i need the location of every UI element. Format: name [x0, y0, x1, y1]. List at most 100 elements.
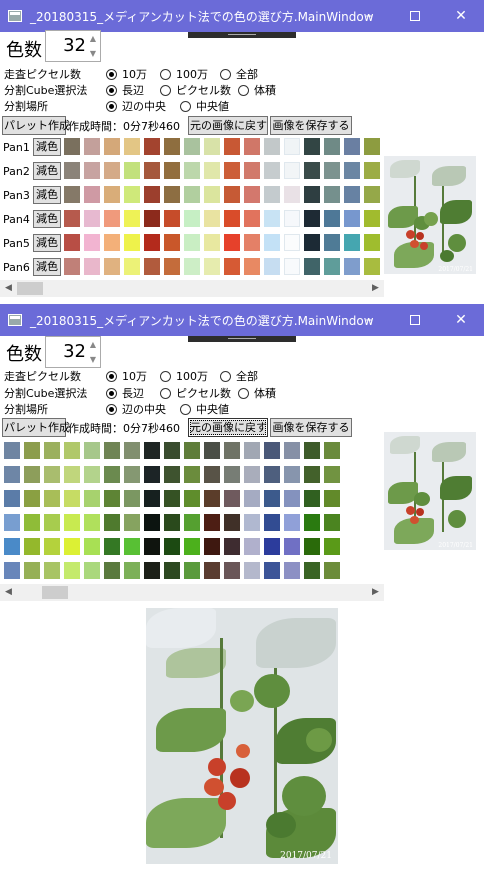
- make-palette-button[interactable]: パレット作成: [2, 418, 70, 437]
- horizontal-scrollbar[interactable]: ◀ ▶: [0, 280, 384, 297]
- color-swatch: [164, 258, 180, 275]
- color-swatch: [264, 258, 280, 275]
- split-place-option-2[interactable]: 中央値: [180, 98, 229, 114]
- color-swatch: [64, 442, 80, 459]
- chevron-up-icon[interactable]: ▲: [86, 337, 100, 352]
- chevron-left-icon[interactable]: ◀: [0, 280, 17, 297]
- radio-icon: [238, 388, 249, 399]
- color-swatch: [164, 466, 180, 483]
- colors-spinner[interactable]: 32 ▲ ▼: [45, 30, 101, 62]
- scan-pixels-option-1[interactable]: 10万: [106, 66, 147, 82]
- cube-select-option-3[interactable]: 体積: [238, 82, 276, 98]
- scrollbar-thumb[interactable]: [17, 282, 43, 295]
- reduce-color-button[interactable]: 減色: [33, 210, 61, 228]
- reduce-color-button[interactable]: 減色: [33, 138, 61, 156]
- scan-pixels-option-2[interactable]: 100万: [160, 368, 208, 384]
- scan-pixels-option-3[interactable]: 全部: [220, 368, 258, 384]
- scan-pixels-label: 走査ピクセル数: [4, 68, 81, 81]
- color-swatch: [264, 186, 280, 203]
- color-swatch: [304, 234, 320, 251]
- palette-row: [0, 560, 384, 584]
- chevron-right-icon[interactable]: ▶: [367, 584, 384, 601]
- close-button[interactable]: ✕: [438, 0, 484, 32]
- make-palette-button[interactable]: パレット作成: [2, 116, 70, 135]
- cube-select-option-1[interactable]: 長辺: [106, 82, 144, 98]
- scan-pixels-option-3[interactable]: 全部: [220, 66, 258, 82]
- color-swatch: [304, 562, 320, 579]
- color-swatch: [264, 138, 280, 155]
- split-place-option-2[interactable]: 中央値: [180, 401, 229, 417]
- color-swatch: [124, 210, 140, 227]
- reduce-color-button[interactable]: 減色: [33, 258, 61, 276]
- save-image-button[interactable]: 画像を保存する: [270, 116, 352, 135]
- color-swatch: [84, 466, 100, 483]
- color-swatch: [324, 258, 340, 275]
- minimize-button[interactable]: –: [346, 304, 392, 336]
- color-swatch: [104, 490, 120, 507]
- creation-time-text: 作成時間：0分7秒460: [68, 120, 180, 133]
- color-swatch: [364, 234, 380, 251]
- radio-icon: [160, 371, 171, 382]
- split-place-label: 分割場所: [4, 100, 48, 113]
- color-swatch: [324, 162, 340, 179]
- split-place-option-1[interactable]: 辺の中央: [106, 98, 166, 114]
- color-swatch: [224, 490, 240, 507]
- chevron-down-icon[interactable]: ▼: [86, 352, 100, 367]
- color-swatch: [84, 162, 100, 179]
- reduce-color-button[interactable]: 減色: [33, 186, 61, 204]
- cube-select-label: 分割Cube選択法: [4, 387, 88, 400]
- close-button[interactable]: ✕: [438, 304, 484, 336]
- horizontal-scrollbar[interactable]: ◀ ▶: [0, 584, 384, 601]
- photo-date-stamp: 2017/07/21: [438, 542, 473, 549]
- restore-image-button[interactable]: 元の画像に戻す: [188, 418, 268, 437]
- save-image-button[interactable]: 画像を保存する: [270, 418, 352, 437]
- color-swatch: [144, 138, 160, 155]
- palette-grid: Pan1 減色 Pan2 減色 Pan3 減色 Pan4 減色 Pan5 減色 Pan6 減色: [0, 136, 384, 280]
- scrollbar-thumb[interactable]: [42, 586, 68, 599]
- colors-value[interactable]: 32: [46, 337, 86, 367]
- colors-spinner[interactable]: 32 ▲ ▼: [45, 336, 101, 368]
- title-bar[interactable]: _20180315_メディアンカット法での色の選び方.MainWindow – …: [0, 304, 484, 336]
- color-swatch: [24, 490, 40, 507]
- color-swatch: [44, 466, 60, 483]
- color-swatch: [184, 466, 200, 483]
- color-swatch: [104, 138, 120, 155]
- restore-image-button[interactable]: 元の画像に戻す: [188, 116, 268, 135]
- grip-handle[interactable]: [188, 336, 296, 342]
- color-swatch: [204, 490, 220, 507]
- scan-pixels-option-2[interactable]: 100万: [160, 66, 208, 82]
- color-swatch: [164, 442, 180, 459]
- reduce-color-button[interactable]: 減色: [33, 234, 61, 252]
- color-swatch: [144, 490, 160, 507]
- minimize-button[interactable]: –: [346, 0, 392, 32]
- colors-value[interactable]: 32: [46, 31, 86, 61]
- title-bar[interactable]: _20180315_メディアンカット法での色の選び方.MainWindow – …: [0, 0, 484, 32]
- grip-handle[interactable]: [188, 32, 296, 38]
- color-swatch: [44, 442, 60, 459]
- color-swatch: [224, 562, 240, 579]
- cube-select-option-2[interactable]: ピクセル数: [160, 385, 231, 401]
- color-swatch: [344, 210, 360, 227]
- color-swatch: [224, 442, 240, 459]
- color-swatch: [64, 490, 80, 507]
- cube-select-option-1[interactable]: 長辺: [106, 385, 144, 401]
- reduce-color-button[interactable]: 減色: [33, 162, 61, 180]
- main-window-2: _20180315_メディアンカット法での色の選び方.MainWindow – …: [0, 304, 484, 872]
- split-place-option-1[interactable]: 辺の中央: [106, 401, 166, 417]
- maximize-button[interactable]: [392, 0, 438, 32]
- maximize-button[interactable]: [392, 304, 438, 336]
- palette-row-name: Pan2: [3, 165, 30, 178]
- cube-select-option-2[interactable]: ピクセル数: [160, 82, 231, 98]
- scan-pixels-option-1[interactable]: 10万: [106, 368, 147, 384]
- color-swatch: [364, 186, 380, 203]
- chevron-left-icon[interactable]: ◀: [0, 584, 17, 601]
- cube-select-option-3[interactable]: 体積: [238, 385, 276, 401]
- chevron-up-icon[interactable]: ▲: [86, 31, 100, 46]
- chevron-right-icon[interactable]: ▶: [367, 280, 384, 297]
- chevron-down-icon[interactable]: ▼: [86, 46, 100, 61]
- preview-photo: 2017/07/21: [384, 432, 476, 550]
- color-swatch: [44, 562, 60, 579]
- color-swatch: [264, 562, 280, 579]
- color-swatch: [104, 514, 120, 531]
- maximize-icon: [410, 315, 420, 325]
